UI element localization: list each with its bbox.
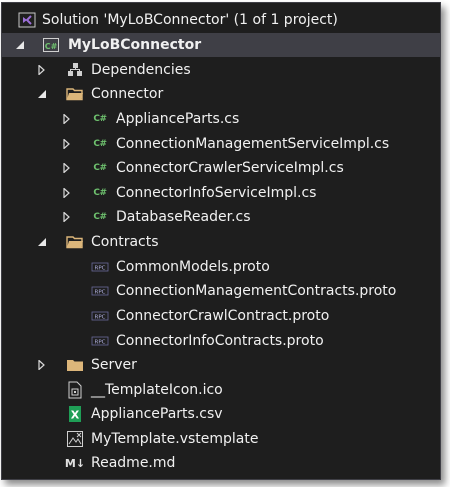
dependencies-icon — [66, 61, 84, 79]
csharp-file-icon: C# — [93, 188, 107, 198]
expanded-arrow-icon[interactable] — [36, 236, 48, 248]
server-folder-label: Server — [91, 357, 137, 373]
vstemplate-icon — [66, 430, 84, 448]
file-label: ConnectorInfoContracts.proto — [116, 333, 324, 349]
tree-item-file[interactable]: C# DatabaseReader.cs — [2, 205, 440, 229]
solution-label: Solution 'MyLoBConnector' (1 of 1 projec… — [42, 12, 338, 28]
icon-file-icon — [66, 381, 84, 399]
open-folder-icon — [66, 233, 84, 251]
project-node[interactable]: C# MyLoBConnector — [2, 33, 440, 57]
expanded-arrow-icon[interactable] — [14, 39, 26, 51]
csharp-project-icon-text: C# — [45, 42, 58, 51]
file-label: DatabaseReader.cs — [116, 209, 251, 225]
project-label: MyLoBConnector — [68, 37, 202, 53]
tree-item-file[interactable]: MyTemplate.vstemplate — [2, 427, 440, 451]
solution-explorer: Solution 'MyLoBConnector' (1 of 1 projec… — [1, 2, 441, 480]
file-label: ConnectionManagementServiceImpl.cs — [116, 136, 390, 152]
tree-item-file[interactable]: M↓ Readme.md — [2, 451, 440, 475]
open-folder-icon — [66, 85, 84, 103]
csharp-file-icon: C# — [93, 212, 107, 222]
grpc-proto-icon-text: RPC — [95, 340, 106, 346]
collapsed-arrow-icon[interactable] — [36, 359, 48, 371]
tree-item-file[interactable]: X ApplianceParts.csv — [2, 402, 440, 426]
tree-item-server-folder[interactable]: Server — [2, 353, 440, 377]
grpc-proto-icon: RPC — [91, 282, 109, 300]
csharp-file-icon: C# — [93, 114, 107, 124]
file-label: ApplianceParts.csv — [91, 406, 223, 422]
file-label: ConnectorCrawlContract.proto — [116, 308, 330, 324]
file-label: ConnectorCrawlerServiceImpl.cs — [116, 160, 344, 176]
markdown-icon-text: M↓ — [65, 457, 85, 470]
csharp-file-icon: C# — [93, 139, 107, 149]
tree-item-file[interactable]: C# ConnectionManagementServiceImpl.cs — [2, 132, 440, 156]
markdown-icon: M↓ — [64, 454, 86, 472]
tree-item-file[interactable]: __TemplateIcon.ico — [2, 378, 440, 402]
file-label: ConnectorInfoServiceImpl.cs — [116, 185, 317, 201]
collapsed-arrow-icon[interactable] — [61, 138, 73, 150]
tree-item-file[interactable]: RPC ConnectorInfoContracts.proto — [2, 329, 440, 353]
excel-csv-icon-text: X — [71, 409, 80, 422]
file-label: ConnectionManagementContracts.proto — [116, 283, 397, 299]
contracts-folder-label: Contracts — [91, 234, 159, 250]
expanded-arrow-icon[interactable] — [36, 88, 48, 100]
excel-csv-icon: X — [66, 405, 84, 423]
csharp-file-icon: C# — [93, 163, 107, 173]
file-label: CommonModels.proto — [116, 259, 270, 275]
grpc-proto-icon-text: RPC — [95, 266, 106, 272]
tree-item-file[interactable]: RPC ConnectionManagementContracts.proto — [2, 279, 440, 303]
tree-item-connector-folder[interactable]: Connector — [2, 82, 440, 106]
collapsed-arrow-icon[interactable] — [61, 211, 73, 223]
grpc-proto-icon-text: RPC — [95, 315, 106, 321]
grpc-proto-icon: RPC — [91, 332, 109, 350]
grpc-proto-icon: RPC — [91, 258, 109, 276]
tree-item-file[interactable]: C# ApplianceParts.cs — [2, 107, 440, 131]
collapsed-arrow-icon[interactable] — [61, 162, 73, 174]
collapsed-arrow-icon[interactable] — [36, 64, 48, 76]
visual-studio-solution-icon — [18, 11, 36, 29]
file-label: Readme.md — [91, 455, 176, 471]
tree-item-file[interactable]: RPC ConnectorCrawlContract.proto — [2, 304, 440, 328]
file-label: ApplianceParts.cs — [116, 111, 240, 127]
tree-item-dependencies[interactable]: Dependencies — [2, 58, 440, 82]
collapsed-arrow-icon[interactable] — [61, 113, 73, 125]
dependencies-label: Dependencies — [91, 62, 191, 78]
folder-icon — [66, 356, 84, 374]
tree-item-file[interactable]: RPC CommonModels.proto — [2, 255, 440, 279]
tree-item-file[interactable]: C# ConnectorCrawlerServiceImpl.cs — [2, 156, 440, 180]
connector-folder-label: Connector — [91, 86, 164, 102]
file-label: __TemplateIcon.ico — [91, 382, 223, 398]
grpc-proto-icon-text: RPC — [95, 290, 106, 296]
tree-item-file[interactable]: C# ConnectorInfoServiceImpl.cs — [2, 181, 440, 205]
solution-node[interactable]: Solution 'MyLoBConnector' (1 of 1 projec… — [2, 8, 440, 32]
collapsed-arrow-icon[interactable] — [61, 187, 73, 199]
file-label: MyTemplate.vstemplate — [91, 431, 259, 447]
grpc-proto-icon: RPC — [91, 307, 109, 325]
tree-item-contracts-folder[interactable]: Contracts — [2, 230, 440, 254]
csharp-project-icon: C# — [42, 36, 60, 54]
